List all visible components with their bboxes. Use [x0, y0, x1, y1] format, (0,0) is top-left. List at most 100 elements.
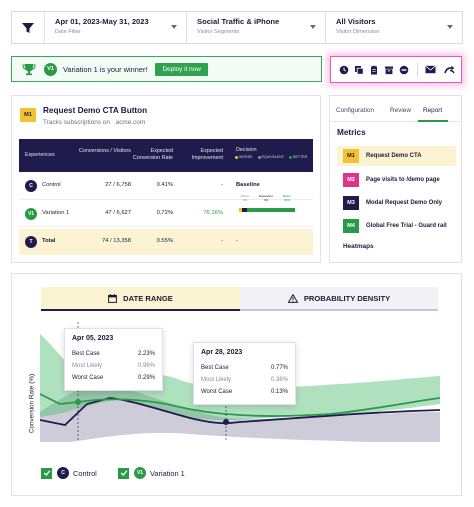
row-name: Variation 1: [42, 210, 70, 216]
chevron-down-icon: [447, 25, 453, 29]
y-axis-label: Conversion Rate (%): [28, 373, 36, 434]
experiment-subtitle-text: Tracks subscriptions on: [43, 119, 110, 126]
trophy-icon: [22, 63, 36, 76]
row-rate: 0.55%: [156, 238, 173, 244]
heatmaps-link[interactable]: Heatmaps: [343, 243, 374, 250]
decision-worse-value: 0%: [242, 198, 248, 202]
copy-icon[interactable]: [353, 64, 365, 76]
dimension-filter[interactable]: All Visitors Visitor Dimension: [325, 12, 462, 43]
metric-badge: M4: [343, 219, 359, 233]
archive-icon[interactable]: [383, 64, 395, 76]
table-row[interactable]: V1 Variation 1 47 / 6,627 0.72% 76.16% W…: [19, 194, 313, 223]
experiment-url[interactable]: acme.com: [116, 119, 145, 126]
metric-item[interactable]: M1 Request Demo CTA: [337, 146, 456, 166]
mail-icon[interactable]: [424, 64, 436, 76]
stop-icon[interactable]: [398, 64, 410, 76]
decision-track: [239, 208, 295, 212]
tab-configuration[interactable]: Configuration: [336, 107, 374, 114]
experiment-title: Request Demo CTA Button: [43, 106, 148, 115]
checkbox-checked-icon[interactable]: [41, 467, 52, 479]
tooltip-date: Apr 28, 2023: [201, 349, 243, 356]
tab-review[interactable]: Review: [390, 107, 411, 114]
legend-equivalent: EQUIVALENT: [261, 155, 285, 159]
tooltip-label: Worst Case: [72, 375, 104, 381]
tooltip-label: Worst Case: [201, 389, 233, 395]
results-table-header: Experiences Conversions / Visitors Expec…: [19, 139, 313, 172]
metric-label: Page visits to /demo page: [366, 177, 440, 183]
decision-bar: Worse 0% Equivalent 4% Better 96%: [239, 194, 297, 221]
row-conversions: 74 / 13,358: [101, 238, 131, 244]
row-improvement: -: [221, 182, 223, 188]
variation-point[interactable]: [75, 399, 81, 405]
header-improvement: Expected Improvement: [191, 148, 223, 161]
row-name: Total: [42, 238, 56, 244]
metric-label: Request Demo CTA: [366, 153, 422, 159]
row-improvement: -: [221, 238, 223, 244]
decision-better-value: 96%: [283, 198, 290, 202]
filter-bar: Apr 01, 2023-May 31, 2023 Date Filter So…: [11, 11, 463, 44]
table-row[interactable]: C Control 27 / 6,758 0.41% - Baseline: [19, 179, 313, 193]
metric-badge: M1: [343, 149, 359, 163]
tooltip-date: Apr 05, 2023: [72, 335, 114, 342]
deploy-button[interactable]: Deploy it now: [155, 62, 208, 76]
decision-legend: WORSE EQUIVALENT BETTER: [235, 155, 307, 159]
date-filter-label: Date Filter: [55, 29, 81, 35]
checkbox-checked-icon[interactable]: [118, 467, 129, 479]
filter-icon[interactable]: [12, 12, 44, 43]
row-divider: [19, 226, 313, 227]
metric-label: Modal Request Demo Only: [366, 200, 443, 206]
winner-text: Variation 1 is your winner!: [63, 64, 148, 74]
tab-date-range[interactable]: DATE RANGE: [41, 287, 240, 311]
metric-badge: M2: [343, 173, 359, 187]
metric-badge: M3: [343, 196, 359, 210]
share-icon[interactable]: [443, 64, 455, 76]
legend-variation[interactable]: V1 Variation 1: [118, 467, 185, 479]
metric-item[interactable]: M4 Global Free Trial - Guard rail: [337, 216, 456, 236]
row-conversions: 27 / 6,758: [105, 182, 131, 188]
control-badge: C: [57, 467, 69, 479]
decision-equivalent-value: 4%: [263, 198, 269, 202]
segment-filter-label: Visitor Segments: [197, 29, 240, 35]
legend-label: Variation 1: [150, 468, 185, 478]
tooltip-row: Most Likely 0.96%: [72, 360, 155, 372]
header-conversions: Conversions / Visitors: [78, 148, 131, 154]
tab-date-range-label: DATE RANGE: [123, 293, 173, 303]
tooltip-value: 0.36%: [270, 377, 288, 383]
tab-probability-density[interactable]: PROBABILITY DENSITY: [240, 287, 438, 311]
tooltip-row: Worst Case 0.29%: [72, 372, 155, 384]
action-toolbar: [330, 56, 462, 83]
legend-better: BETTER: [293, 155, 308, 159]
tooltip-value: 0.29%: [137, 375, 155, 381]
legend-control[interactable]: C Control: [41, 467, 97, 479]
row-name: Control: [42, 182, 61, 188]
tab-report[interactable]: Report: [423, 107, 442, 114]
toolbar-divider: [417, 62, 418, 77]
metric-badge: M1: [20, 108, 36, 122]
metric-item[interactable]: M2 Page visits to /demo page: [337, 170, 456, 190]
tooltip-row: Worst Case 0.13%: [201, 386, 288, 398]
tooltip-value: 0.77%: [270, 365, 288, 371]
tooltip-label: Most Likely: [72, 363, 103, 369]
warning-triangle-icon: [287, 293, 298, 303]
clipboard-icon[interactable]: [368, 64, 380, 76]
tab-probability-label: PROBABILITY DENSITY: [303, 293, 391, 303]
tooltip-label: Best Case: [201, 365, 229, 371]
metric-label: Global Free Trial - Guard rail: [366, 223, 447, 229]
date-filter-value: Apr 01, 2023-May 31, 2023: [55, 17, 149, 26]
chevron-down-icon: [171, 25, 177, 29]
control-point[interactable]: [223, 419, 229, 425]
metric-item[interactable]: M3 Modal Request Demo Only: [337, 193, 456, 213]
tooltip-row: Most Likely 0.36%: [201, 374, 288, 386]
date-filter[interactable]: Apr 01, 2023-May 31, 2023 Date Filter: [44, 12, 186, 43]
chevron-down-icon: [310, 25, 316, 29]
active-tab-indicator: [418, 120, 448, 122]
calendar-icon: [108, 293, 118, 303]
variation-badge: V1: [25, 208, 37, 220]
tooltip-apr05: Apr 05, 2023 Best Case 2.23% Most Likely 0…: [64, 328, 163, 391]
control-badge: C: [25, 180, 37, 192]
row-decision: Baseline: [236, 182, 260, 188]
clock-icon[interactable]: [338, 64, 350, 76]
header-rate: Expected Conversion Rate: [132, 148, 173, 161]
tooltip-apr28: Apr 28, 2023 Best Case 0.77% Most Likely 0…: [193, 342, 296, 405]
segment-filter[interactable]: Social Traffic & iPhone Visitor Segments: [186, 12, 325, 43]
